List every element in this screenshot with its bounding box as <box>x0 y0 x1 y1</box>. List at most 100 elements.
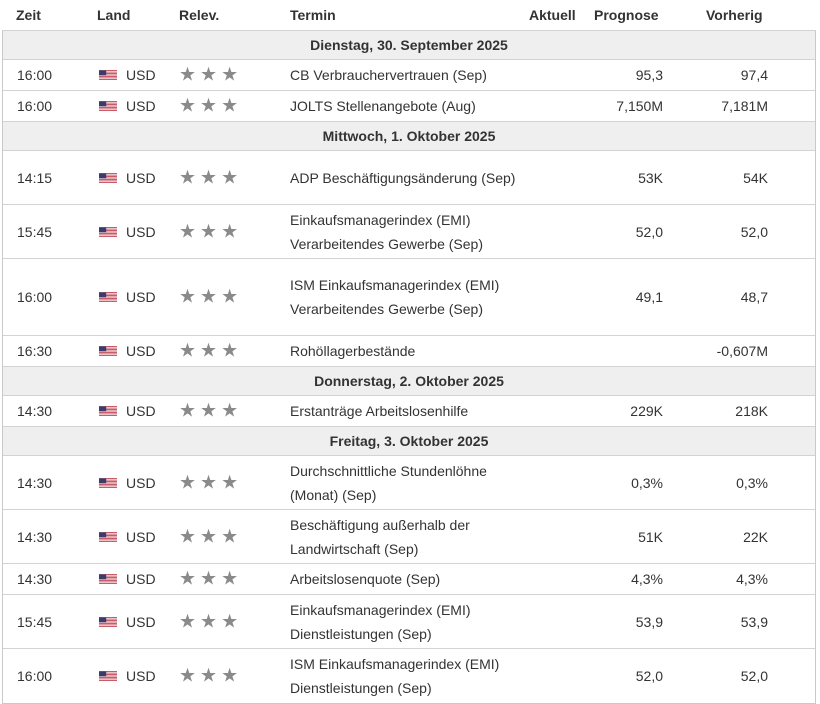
column-header-relevance[interactable]: Relev. <box>179 7 219 23</box>
star-icon: ★ <box>221 167 239 188</box>
us-flag-icon <box>99 172 117 184</box>
event-title[interactable]: ISM Einkaufsmanagerindex (EMI) Dienstlei… <box>290 652 525 700</box>
event-time: 15:45 <box>17 613 53 630</box>
column-header-event[interactable]: Termin <box>290 7 336 23</box>
economic-calendar: Zeit Land Relev. Termin Aktuell Prognose… <box>2 0 816 704</box>
table-row[interactable]: 14:30 USD ★ ★ ★ Arbeitslosenquote (Sep) 4,3% 4,… <box>3 564 815 595</box>
star-icon: ★ <box>200 286 218 308</box>
event-currency: USD <box>126 289 156 305</box>
star-icon: ★ <box>221 95 239 117</box>
star-icon: ★ <box>179 611 197 632</box>
event-time: 16:30 <box>17 343 53 359</box>
table-row[interactable]: 15:45 USD ★ ★ ★ Einkaufsmanagerindex (EMI) Di… <box>3 595 815 649</box>
event-title[interactable]: Arbeitslosenquote (Sep) <box>290 567 525 591</box>
event-currency: USD <box>126 343 156 359</box>
event-time: 15:45 <box>17 223 53 240</box>
table-row[interactable]: 16:00 USD ★ ★ ★ JOLTS Stellenangebote (Aug) 7,… <box>3 91 815 122</box>
event-title[interactable]: Einkaufsmanagerindex (EMI) Dienstleistun… <box>290 598 525 646</box>
event-title[interactable]: Durchschnittliche Stundenlöhne (Monat) (… <box>290 459 525 507</box>
table-row[interactable]: 16:00 USD ★ ★ ★ ISM Einkaufsmanagerindex (EMI… <box>3 649 815 703</box>
us-flag-icon <box>99 100 117 112</box>
event-currency: USD <box>126 528 156 545</box>
table-row[interactable]: 16:00 USD ★ ★ ★ CB Verbrauchervertrauen (Sep)… <box>3 60 815 91</box>
event-previous: 22K <box>743 528 768 545</box>
us-flag-icon <box>99 226 117 238</box>
table-row[interactable]: 14:30 USD ★ ★ ★ Erstanträge Arbeitslosenhilfe… <box>3 396 815 427</box>
event-title[interactable]: Einkaufsmanagerindex (EMI) Verarbeitende… <box>290 208 525 256</box>
event-title[interactable]: Rohöllagerbestände <box>290 339 525 363</box>
star-icon: ★ <box>200 400 218 422</box>
event-currency: USD <box>126 571 156 587</box>
day-header: Dienstag, 30. September 2025 <box>3 31 815 60</box>
column-header-previous[interactable]: Vorherig <box>706 7 763 23</box>
us-flag-icon <box>99 345 117 357</box>
event-title[interactable]: Erstanträge Arbeitslosenhilfe <box>290 399 525 423</box>
us-flag-icon <box>99 670 117 682</box>
table-header: Zeit Land Relev. Termin Aktuell Prognose… <box>2 0 816 31</box>
star-icon: ★ <box>200 665 218 687</box>
relevance-stars: ★ ★ ★ <box>179 667 238 686</box>
event-previous: 7,181M <box>721 98 768 114</box>
event-time: 16:00 <box>17 67 53 83</box>
event-currency: USD <box>126 474 156 491</box>
table-body: Dienstag, 30. September 2025 16:00 USD ★ ★ ★ C… <box>2 31 816 704</box>
star-icon: ★ <box>179 95 197 117</box>
event-title[interactable]: CB Verbrauchervertrauen (Sep) <box>290 63 525 87</box>
relevance-stars: ★ ★ ★ <box>179 527 238 546</box>
day-header: Donnerstag, 2. Oktober 2025 <box>3 367 815 396</box>
event-time: 16:00 <box>17 668 53 684</box>
star-icon: ★ <box>179 526 197 547</box>
us-flag-icon <box>99 616 117 628</box>
star-icon: ★ <box>179 221 197 242</box>
table-row[interactable]: 16:00 USD ★ ★ ★ ISM Einkaufsmanagerindex (EMI… <box>3 259 815 336</box>
table-row[interactable]: 16:30 USD ★ ★ ★ Rohöllagerbestände -0,607M <box>3 336 815 367</box>
event-previous: 52,0 <box>740 223 768 240</box>
event-time: 14:15 <box>17 169 53 186</box>
event-previous: 48,7 <box>740 289 768 305</box>
table-row[interactable]: 14:30 USD ★ ★ ★ Beschäftigung außerhalb der L… <box>3 510 815 564</box>
star-icon: ★ <box>221 221 239 242</box>
star-icon: ★ <box>179 472 197 493</box>
star-icon: ★ <box>179 400 197 422</box>
star-icon: ★ <box>221 472 239 493</box>
event-title[interactable]: ADP Beschäftigungsänderung (Sep) <box>290 166 525 190</box>
event-forecast: 51K <box>638 528 663 545</box>
event-title[interactable]: JOLTS Stellenangebote (Aug) <box>290 94 525 118</box>
event-forecast: 0,3% <box>631 474 663 491</box>
event-title[interactable]: Beschäftigung außerhalb der Landwirtscha… <box>290 513 525 561</box>
relevance-stars: ★ ★ ★ <box>179 473 238 492</box>
star-icon: ★ <box>179 568 197 590</box>
star-icon: ★ <box>221 568 239 590</box>
table-row[interactable]: 15:45 USD ★ ★ ★ Einkaufsmanagerindex (EMI) Ve… <box>3 205 815 259</box>
column-header-forecast[interactable]: Prognose <box>594 7 659 23</box>
relevance-stars: ★ ★ ★ <box>179 402 238 421</box>
star-icon: ★ <box>200 95 218 117</box>
event-forecast: 4,3% <box>631 571 663 587</box>
us-flag-icon <box>99 573 117 585</box>
column-header-country[interactable]: Land <box>97 7 130 23</box>
event-title[interactable]: ISM Einkaufsmanagerindex (EMI) Verarbeit… <box>290 273 525 321</box>
us-flag-icon <box>99 477 117 489</box>
relevance-stars: ★ ★ ★ <box>179 97 238 116</box>
event-currency: USD <box>126 98 156 114</box>
star-icon: ★ <box>200 568 218 590</box>
event-currency: USD <box>126 169 156 186</box>
star-icon: ★ <box>221 665 239 687</box>
table-row[interactable]: 14:15 USD ★ ★ ★ ADP Beschäftigungsänderung (S… <box>3 151 815 205</box>
star-icon: ★ <box>221 286 239 308</box>
event-forecast: 52,0 <box>635 668 663 684</box>
event-forecast: 52,0 <box>635 223 663 240</box>
star-icon: ★ <box>221 400 239 422</box>
event-currency: USD <box>126 613 156 630</box>
star-icon: ★ <box>179 64 197 86</box>
event-forecast: 53,9 <box>635 613 663 630</box>
table-row[interactable]: 14:30 USD ★ ★ ★ Durchschnittliche Stundenlöhn… <box>3 456 815 510</box>
relevance-stars: ★ ★ ★ <box>179 570 238 589</box>
event-previous: 97,4 <box>740 67 768 83</box>
star-icon: ★ <box>200 472 218 493</box>
star-icon: ★ <box>221 64 239 86</box>
column-header-actual[interactable]: Aktuell <box>529 7 576 23</box>
column-header-time[interactable]: Zeit <box>16 7 41 23</box>
star-icon: ★ <box>179 665 197 687</box>
relevance-stars: ★ ★ ★ <box>179 342 238 361</box>
